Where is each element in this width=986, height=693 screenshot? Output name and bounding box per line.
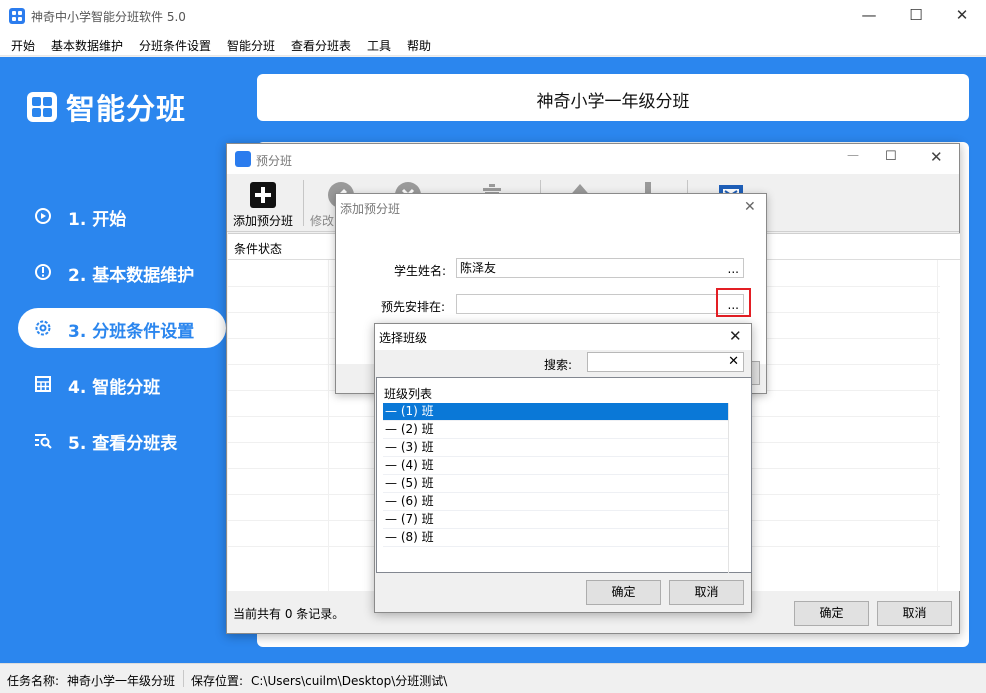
search-input[interactable]: ✕ <box>587 352 744 372</box>
student-name-value: 陈泽友 <box>460 261 497 275</box>
sidebar <box>0 57 242 663</box>
class-list-header: 班级列表 <box>384 387 433 401</box>
menu-smart-assign[interactable]: 智能分班 <box>227 37 275 54</box>
nav-start-label: 1. 开始 <box>68 210 127 230</box>
nav-start[interactable]: 1. 开始 <box>18 196 226 236</box>
menu-basic-data[interactable]: 基本数据维护 <box>51 37 123 54</box>
class-list[interactable]: 班级列表 — (1) 班 — (2) 班 — (3) 班 — (4) 班 — (… <box>376 377 752 573</box>
play-circle-icon <box>35 208 51 224</box>
pre-assign-minimize-button[interactable]: — <box>847 148 867 162</box>
pre-assign-close-button[interactable]: ✕ <box>930 148 950 166</box>
pre-assign-window-icon <box>235 151 251 167</box>
list-divider <box>728 403 729 573</box>
add-dialog-close-button[interactable]: ✕ <box>744 199 756 215</box>
menu-start[interactable]: 开始 <box>11 37 35 54</box>
pre-assign-titlebar: 预分班 — ☐ ✕ <box>227 144 959 174</box>
minimize-button[interactable]: — <box>846 0 892 32</box>
menu-bar: 开始 基本数据维护 分班条件设置 智能分班 查看分班表 工具 帮助 <box>0 32 986 56</box>
close-button[interactable]: ✕ <box>939 0 985 32</box>
class-item[interactable]: — (5) 班 <box>383 475 728 493</box>
title-bar: 神奇中小学智能分班软件 5.0 — ☐ ✕ <box>0 0 986 32</box>
nav-view-table-label: 5. 查看分班表 <box>68 434 178 454</box>
nav-basic-data[interactable]: 2. 基本数据维护 <box>18 252 226 292</box>
select-class-dialog: 选择班级 ✕ 搜索: ✕ 班级列表 — (1) 班 — (2) 班 — (3) … <box>374 323 752 613</box>
select-class-cancel-button[interactable]: 取消 <box>669 580 744 605</box>
banner: 神奇小学一年级分班 <box>257 74 969 121</box>
banner-title: 神奇小学一年级分班 <box>536 92 690 112</box>
menu-conditions[interactable]: 分班条件设置 <box>139 37 211 54</box>
toolbar-separator <box>303 180 304 226</box>
save-location-value: C:\Users\cuilm\Desktop\分班测试\ <box>251 674 448 688</box>
select-class-title: 选择班级 <box>379 331 428 345</box>
search-label: 搜索: <box>544 358 573 372</box>
add-dialog-titlebar: 添加预分班 ✕ <box>336 194 766 222</box>
class-item[interactable]: — (3) 班 <box>383 439 728 457</box>
status-bar: 任务名称: 神奇小学一年级分班 保存位置: C:\Users\cuilm\Des… <box>0 663 986 693</box>
table-icon <box>35 376 51 392</box>
pre-assign-cancel-button[interactable]: 取消 <box>877 601 952 626</box>
pre-arrange-label: 预先安排在: <box>381 300 446 314</box>
pre-assign-title: 预分班 <box>256 154 293 168</box>
task-value: 神奇小学一年级分班 <box>67 674 176 688</box>
info-circle-icon <box>35 264 51 280</box>
class-item[interactable]: — (7) 班 <box>383 511 728 529</box>
logo-text: 智能分班 <box>66 92 187 126</box>
nav-conditions-label: 3. 分班条件设置 <box>68 322 195 342</box>
pre-assign-maximize-button[interactable]: ☐ <box>885 149 905 164</box>
add-dialog-title: 添加预分班 <box>340 202 401 216</box>
logo-icon <box>27 92 57 122</box>
class-item[interactable]: — (2) 班 <box>383 421 728 439</box>
nav-view-table[interactable]: 5. 查看分班表 <box>18 420 226 460</box>
search-list-icon <box>35 434 52 449</box>
select-class-ok-button[interactable]: 确定 <box>586 580 661 605</box>
pre-assign-ok-button[interactable]: 确定 <box>794 601 869 626</box>
search-clear-icon[interactable]: ✕ <box>728 354 739 369</box>
maximize-button[interactable]: ☐ <box>893 0 939 32</box>
student-name-label: 学生姓名: <box>394 264 447 278</box>
column-header-condition-status[interactable]: 条件状态 <box>234 240 282 257</box>
select-class-titlebar: 选择班级 ✕ <box>375 324 751 350</box>
menu-view-table[interactable]: 查看分班表 <box>291 37 351 54</box>
select-class-close-button[interactable]: ✕ <box>729 327 742 345</box>
window-title: 神奇中小学智能分班软件 5.0 <box>31 10 186 24</box>
save-location-label: 保存位置: <box>191 674 244 688</box>
menu-tools[interactable]: 工具 <box>367 37 391 54</box>
nav-smart-assign[interactable]: 4. 智能分班 <box>18 364 226 404</box>
nav-conditions[interactable]: 3. 分班条件设置 <box>18 308 226 348</box>
browse-highlight-box <box>716 288 751 317</box>
class-item[interactable]: — (8) 班 <box>383 529 728 547</box>
class-item[interactable]: — (6) 班 <box>383 493 728 511</box>
gear-icon <box>35 320 51 336</box>
add-pre-assign-button[interactable]: 添加预分班 <box>228 178 298 230</box>
add-pre-assign-label: 添加预分班 <box>232 214 293 228</box>
pre-arrange-field[interactable]: ... <box>456 294 744 314</box>
app-icon <box>9 8 25 24</box>
student-name-browse-button[interactable]: ... <box>728 260 739 278</box>
status-divider <box>183 670 184 687</box>
student-name-field[interactable]: 陈泽友 ... <box>456 258 744 278</box>
add-icon <box>250 182 276 208</box>
nav-basic-data-label: 2. 基本数据维护 <box>68 266 195 286</box>
class-item[interactable]: — (1) 班 <box>383 403 728 421</box>
nav-smart-assign-label: 4. 智能分班 <box>68 378 161 398</box>
menu-help[interactable]: 帮助 <box>407 37 431 54</box>
record-count: 当前共有 0 条记录。 <box>233 607 345 621</box>
class-item[interactable]: — (4) 班 <box>383 457 728 475</box>
task-label: 任务名称: <box>7 674 60 688</box>
